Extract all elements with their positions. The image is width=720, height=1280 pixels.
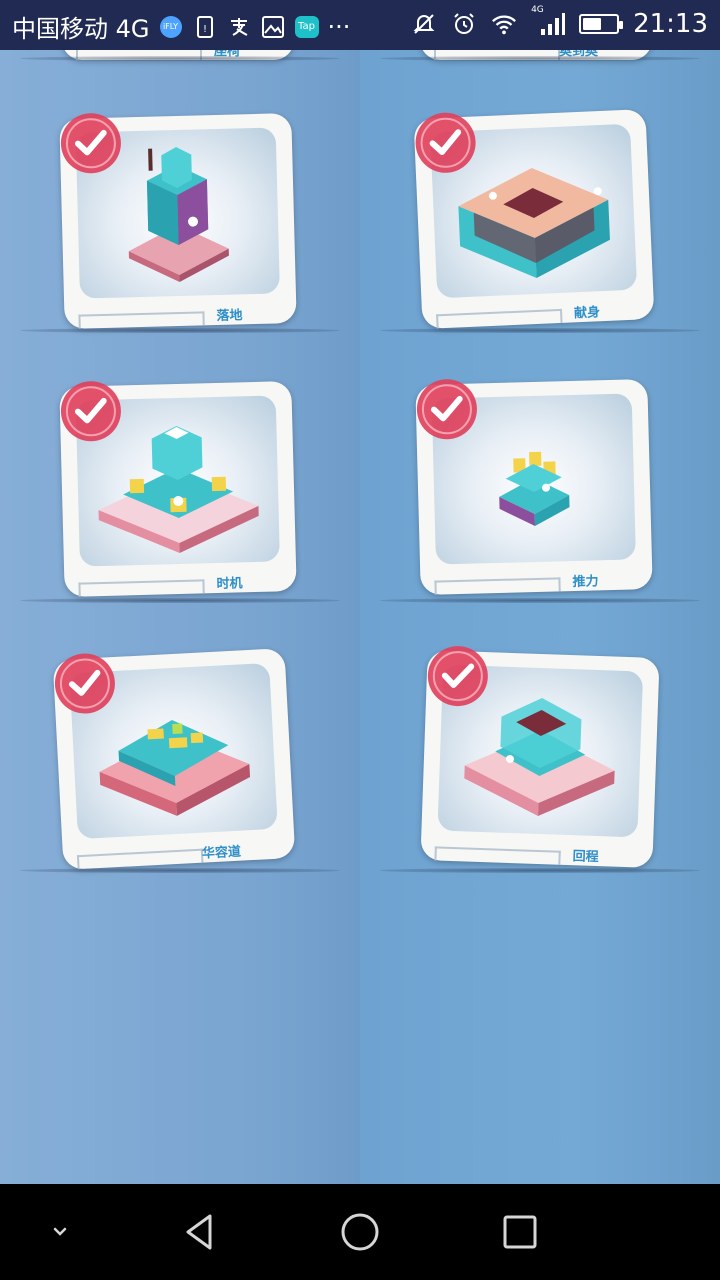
completed-check-icon: [50, 649, 119, 718]
mute-icon: [411, 11, 437, 37]
completed-check-icon: [413, 375, 481, 443]
shelf-line: [20, 868, 340, 873]
level-card[interactable]: 献身: [411, 108, 655, 329]
cellular-signal-icon: 4G: [531, 5, 566, 37]
status-bar: 中国移动 4G iFLY ! Tap ··· 4G 21:13: [0, 0, 720, 50]
battery-level: [583, 18, 601, 30]
tap-badge: Tap: [294, 15, 319, 38]
network-type-label: 4G: [531, 5, 544, 15]
overflow-dots: ···: [327, 12, 351, 41]
completed-check-icon: [57, 377, 125, 445]
wifi-icon: [491, 11, 517, 37]
level-title: 回程: [572, 849, 599, 866]
shelf-line: [20, 328, 340, 333]
level-card[interactable]: 推力: [415, 378, 653, 596]
level-title: 献身: [573, 305, 601, 322]
nav-home-button[interactable]: [336, 1208, 384, 1256]
storage-warning-icon: !: [192, 14, 218, 40]
nav-recents-button[interactable]: [496, 1208, 544, 1256]
level-card[interactable]: 落地: [59, 112, 297, 330]
gallery-icon: [260, 14, 286, 40]
level-card[interactable]: 时机: [59, 380, 297, 598]
level-title: 华容道: [201, 844, 242, 862]
recents-square-icon: [503, 1215, 537, 1249]
svg-text:!: !: [202, 24, 206, 35]
alarm-icon: [451, 11, 477, 37]
status-left: 中国移动 4G iFLY ! Tap ···: [12, 9, 350, 44]
completed-check-icon: [424, 642, 492, 710]
level-card[interactable]: 华容道: [50, 648, 296, 870]
shelf-line: [380, 598, 700, 603]
completed-check-icon: [57, 109, 125, 177]
home-circle-icon: [341, 1213, 379, 1251]
alipay-icon: [226, 14, 252, 40]
ifly-badge: iFLY: [159, 15, 182, 38]
shelf-line: [20, 56, 340, 61]
back-triangle-icon: [186, 1214, 212, 1250]
level-select-screen: 座椅 奥到奥 落地 献身 时机 推力 华容道 回程: [0, 50, 720, 1184]
nav-back-button[interactable]: [176, 1208, 224, 1256]
level-title: 落地: [216, 308, 243, 325]
level-card[interactable]: 回程: [420, 646, 660, 868]
shelf-line: [20, 598, 340, 603]
status-right: 4G 21:13: [411, 5, 708, 39]
level-title: 时机: [216, 576, 243, 593]
chevron-down-icon: [53, 1227, 67, 1236]
battery-icon: [579, 14, 624, 34]
completed-check-icon: [411, 108, 480, 177]
shelf-line: [380, 868, 700, 873]
taptap-icon: Tap: [294, 14, 320, 40]
carrier-label: 中国移动 4G: [12, 15, 150, 43]
shelf-line: [380, 328, 700, 333]
system-nav-bar: [0, 1184, 720, 1280]
level-title: 推力: [572, 574, 599, 591]
nav-collapse-button[interactable]: [36, 1208, 84, 1256]
ifly-app-icon: iFLY: [158, 14, 184, 40]
shelf-line: [380, 56, 700, 61]
clock: 21:13: [633, 9, 708, 39]
